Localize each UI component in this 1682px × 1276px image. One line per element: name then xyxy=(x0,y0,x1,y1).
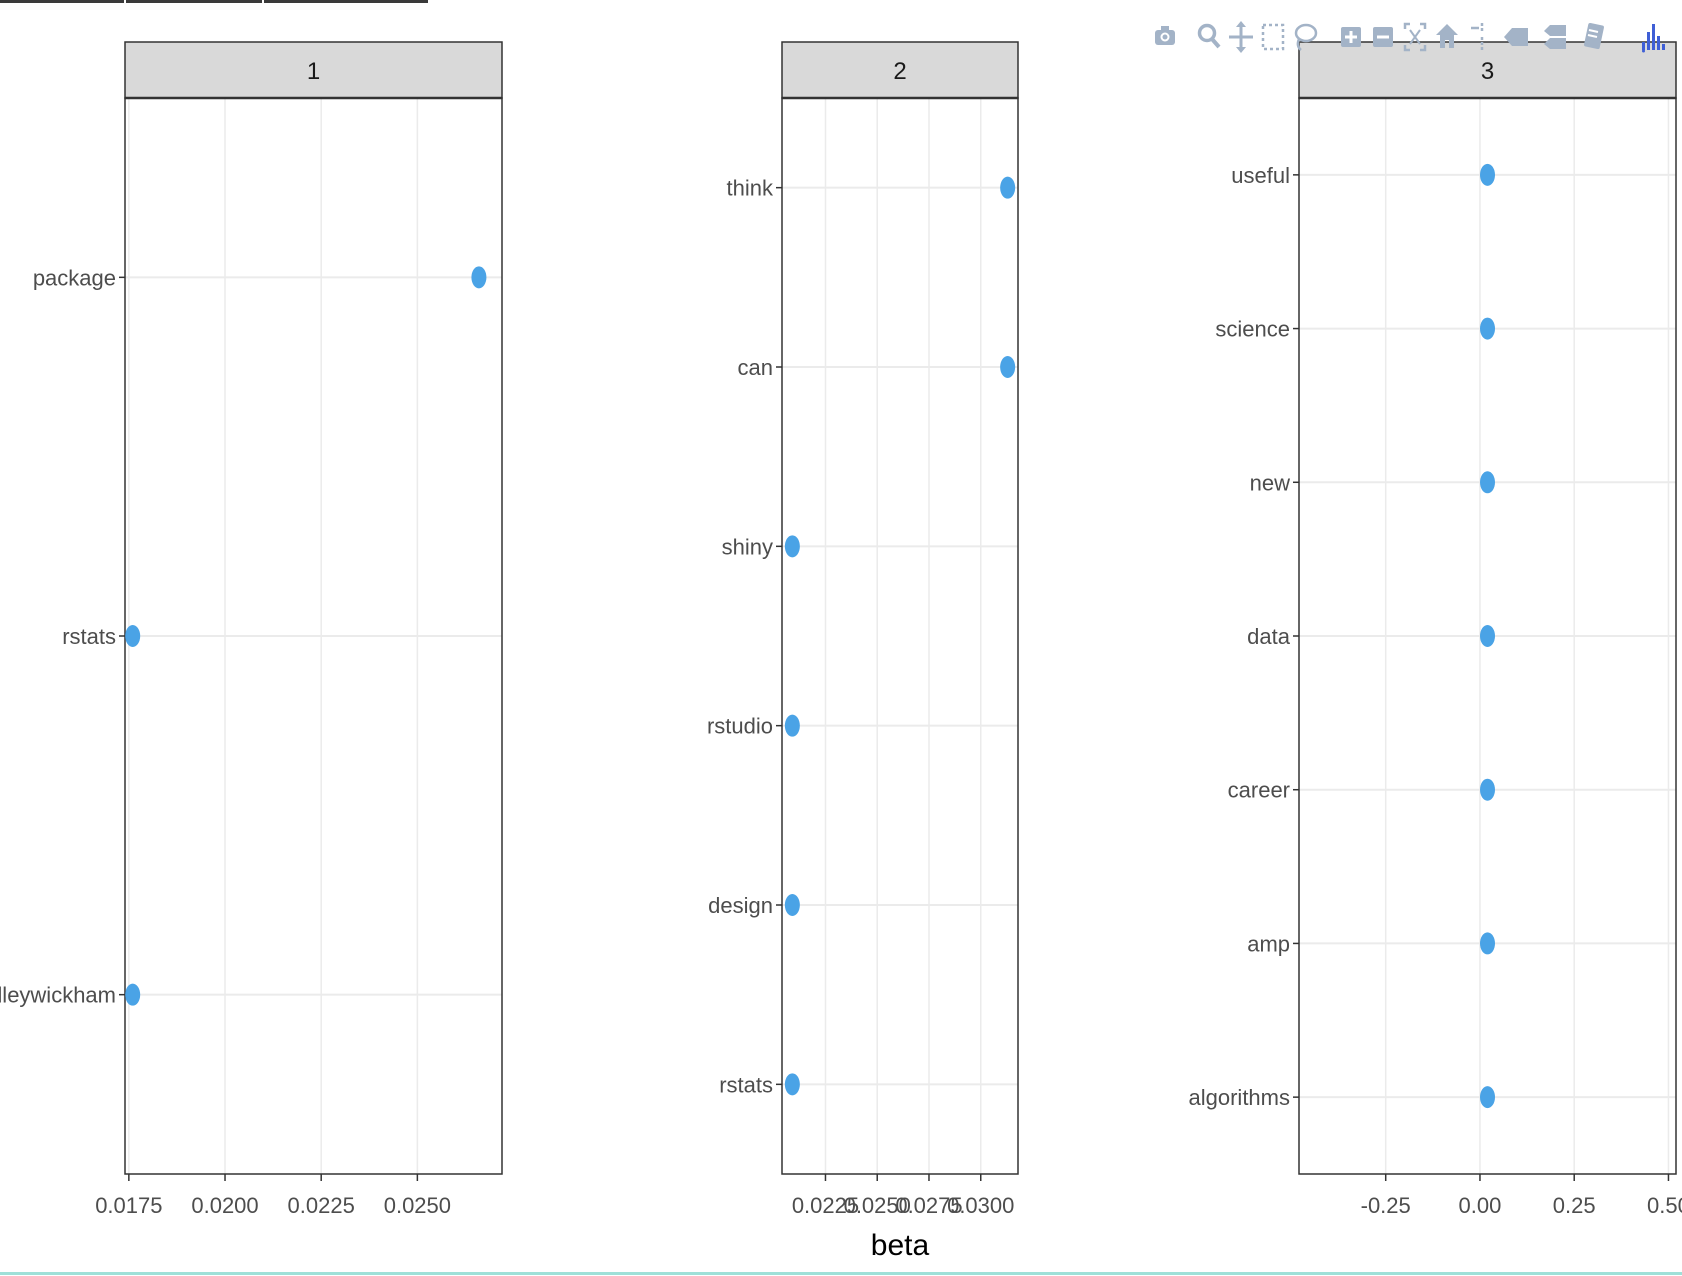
data-point[interactable] xyxy=(1480,471,1495,494)
y-tick-label: new xyxy=(1250,470,1290,495)
pan-icon xyxy=(1229,21,1253,53)
data-point[interactable] xyxy=(784,894,800,916)
data-point[interactable] xyxy=(471,266,487,289)
spike-lines-button[interactable] xyxy=(1466,14,1496,60)
facet-label: 3 xyxy=(1481,58,1494,85)
x-tick-label: 0.0200 xyxy=(191,1193,258,1218)
facet-label: 2 xyxy=(893,58,906,85)
y-tick-label: shiny xyxy=(722,534,773,559)
x-tick-label: 0.0175 xyxy=(95,1193,162,1218)
y-tick-label: hadleywickham xyxy=(0,983,116,1008)
x-tick-label: 0.50 xyxy=(1647,1193,1682,1218)
x-tick-label: 0.0225 xyxy=(288,1193,355,1218)
reset-axes-icon xyxy=(1436,24,1458,48)
y-tick-label: data xyxy=(1247,624,1291,649)
y-tick-label: think xyxy=(727,176,774,201)
lasso-select-button[interactable] xyxy=(1290,14,1320,60)
y-tick-label: career xyxy=(1228,778,1290,803)
panel-frame xyxy=(781,97,1019,1175)
y-tick-label: can xyxy=(738,355,773,380)
data-point[interactable] xyxy=(1480,625,1495,647)
data-point[interactable] xyxy=(1480,932,1495,955)
zoom-out-button[interactable] xyxy=(1368,14,1398,60)
y-tick-label: package xyxy=(33,265,116,290)
zoom-in-icon xyxy=(1341,27,1361,47)
autoscale-button[interactable] xyxy=(1400,14,1430,60)
data-point[interactable] xyxy=(784,1073,800,1096)
zoom-in-button[interactable] xyxy=(1336,14,1366,60)
lasso-select-icon xyxy=(1294,23,1318,51)
data-point[interactable] xyxy=(1480,1086,1495,1109)
facet-label: 1 xyxy=(307,58,320,85)
data-point[interactable] xyxy=(125,625,141,647)
hover-closest-button[interactable] xyxy=(1500,14,1530,60)
data-point[interactable] xyxy=(1000,356,1016,378)
zoom-button[interactable] xyxy=(1194,14,1224,60)
zoom-icon xyxy=(1197,23,1221,49)
data-point[interactable] xyxy=(1480,163,1495,186)
box-select-icon xyxy=(1261,23,1285,51)
bottom-border xyxy=(0,1272,1682,1275)
zoom-out-icon xyxy=(1373,27,1393,47)
x-tick-label: -0.25 xyxy=(1361,1193,1411,1218)
hover-closest-icon xyxy=(1504,28,1528,46)
plotly-modebar xyxy=(1150,14,1682,60)
y-tick-label: useful xyxy=(1231,163,1290,188)
y-tick-label: science xyxy=(1215,317,1290,342)
x-axis-title: beta xyxy=(871,1229,930,1262)
hover-compare-button[interactable] xyxy=(1540,14,1570,60)
x-tick-label: 0.0250 xyxy=(384,1193,451,1218)
data-point[interactable] xyxy=(784,714,800,737)
data-point[interactable] xyxy=(125,983,141,1006)
y-tick-label: design xyxy=(708,893,773,918)
autoscale-icon xyxy=(1403,22,1427,52)
edit-icon xyxy=(1584,22,1604,50)
data-point[interactable] xyxy=(1480,778,1495,801)
x-tick-label: 0.00 xyxy=(1459,1193,1502,1218)
data-point[interactable] xyxy=(1000,176,1016,199)
hover-compare-icon xyxy=(1544,25,1566,49)
pan-button[interactable] xyxy=(1226,14,1256,60)
camera-button[interactable] xyxy=(1150,14,1180,60)
y-tick-label: rstudio xyxy=(707,714,773,739)
plotly-logo-icon xyxy=(1642,24,1665,53)
camera-icon xyxy=(1155,26,1175,45)
box-select-button[interactable] xyxy=(1258,14,1288,60)
spike-lines-icon xyxy=(1471,23,1484,50)
data-point[interactable] xyxy=(1480,317,1495,340)
y-tick-label: amp xyxy=(1247,931,1290,956)
edit-button[interactable] xyxy=(1578,14,1608,60)
plotly-logo-button[interactable] xyxy=(1638,14,1668,60)
y-tick-label: algorithms xyxy=(1189,1085,1290,1110)
y-tick-label: rstats xyxy=(719,1072,773,1097)
data-point[interactable] xyxy=(784,535,800,558)
faceted-dot-chart[interactable]: 1 package rstats hadleywickham 0.0175 0.0200 0… xyxy=(0,0,1682,1270)
x-tick-label: 0.0300 xyxy=(947,1193,1014,1218)
x-tick-label: 0.25 xyxy=(1553,1193,1596,1218)
reset-axes-button[interactable] xyxy=(1432,14,1462,60)
y-tick-label: rstats xyxy=(62,624,116,649)
